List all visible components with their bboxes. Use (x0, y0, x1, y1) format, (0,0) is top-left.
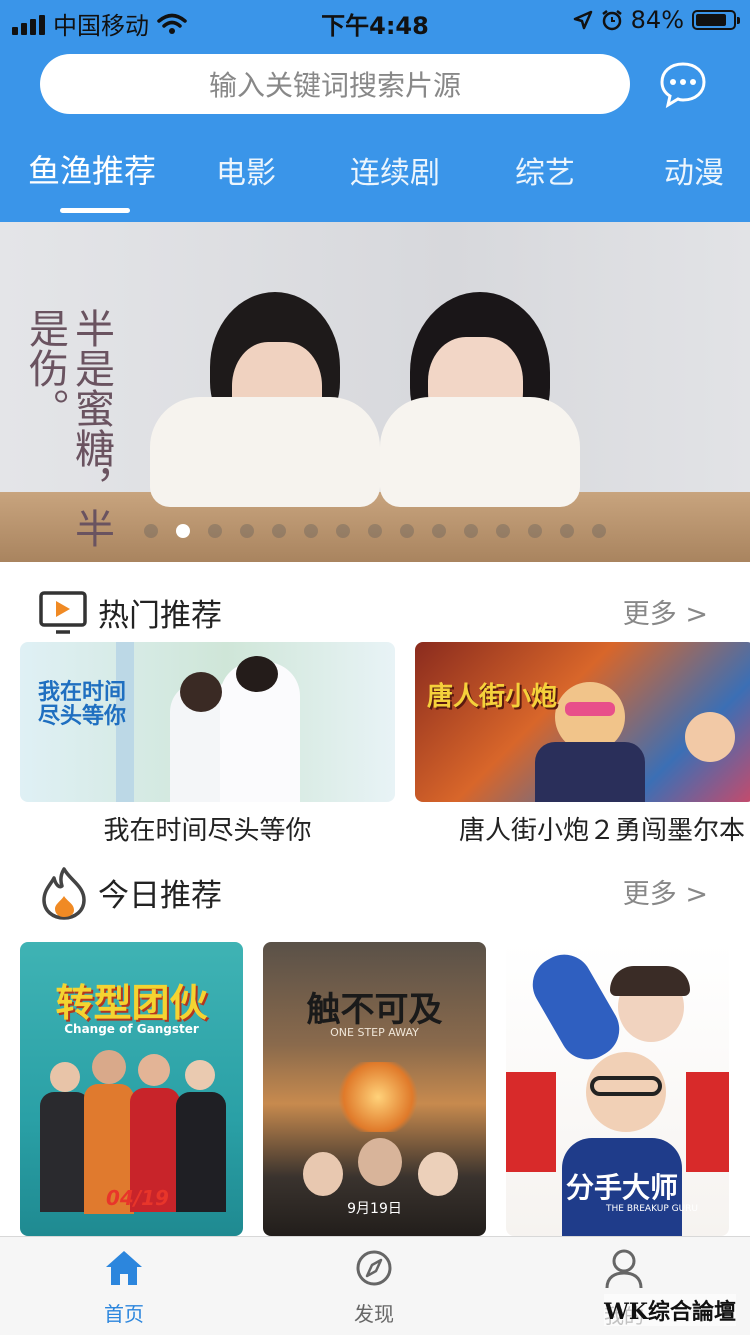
tabbar-discover[interactable]: 发现 (314, 1249, 434, 1327)
status-bar: 中国移动 下午4:48 84% (0, 0, 750, 40)
carousel-dot[interactable] (592, 524, 606, 538)
today-card-1-date: 04/19 (106, 1186, 169, 1210)
tab-variety[interactable]: 综艺 (515, 148, 575, 192)
header: 中国移动 下午4:48 84% 输入关键词搜索片源 鱼渔推荐 电影 连续剧 综艺… (0, 0, 750, 222)
hot-card-2-poster-text: 唐人街小炮 (427, 682, 558, 712)
hot-card-2[interactable]: 唐人街小炮 (415, 642, 750, 802)
search-placeholder: 输入关键词搜索片源 (208, 69, 461, 102)
carousel-dot[interactable] (432, 524, 446, 538)
today-card-3[interactable]: 分手大师 THE BREAKUP GURU (506, 942, 729, 1236)
carousel-dot[interactable] (400, 524, 414, 538)
hot-section-header: 热门推荐 更多 > (0, 582, 750, 642)
today-card-2-date: 9月19日 (347, 1201, 402, 1217)
today-card-2-poster-text: 触不可及 (306, 990, 443, 1030)
today-card-1-poster-sub: Change of Gangster (64, 1022, 199, 1036)
carousel-dot[interactable] (560, 524, 574, 538)
battery-icon (692, 10, 740, 30)
carousel-dot[interactable] (272, 524, 286, 538)
today-section-title: 今日推荐 (98, 878, 222, 914)
watermark: WK综合論壇 (604, 1294, 736, 1326)
carousel-dot[interactable] (528, 524, 542, 538)
tab-anime[interactable]: 动漫 (664, 148, 724, 192)
today-more-link[interactable]: 更多 > (623, 872, 708, 911)
carousel-dot[interactable] (144, 524, 158, 538)
battery-percent: 84% (630, 6, 684, 34)
carousel-dot[interactable] (240, 524, 254, 538)
tv-icon (39, 591, 87, 634)
user-icon (605, 1249, 643, 1289)
carousel-dot[interactable] (304, 524, 318, 538)
tab-movie[interactable]: 电影 (216, 148, 276, 192)
category-tabs: 鱼渔推荐 电影 连续剧 综艺 动漫 (0, 140, 750, 200)
carousel-dot[interactable] (464, 524, 478, 538)
home-icon (106, 1251, 142, 1285)
hot-card-1[interactable]: 我在时间尽头等你 (20, 642, 395, 802)
tabbar-discover-label: 发现 (354, 1302, 394, 1326)
tab-recommend[interactable]: 鱼渔推荐 (28, 146, 156, 192)
carousel-dot[interactable] (176, 524, 190, 538)
carousel-dot[interactable] (336, 524, 350, 538)
location-icon (573, 10, 592, 30)
tabbar-home[interactable]: 首页 (64, 1249, 184, 1327)
hot-card-1-title[interactable]: 我在时间尽头等你 (20, 810, 395, 847)
carousel-dot[interactable] (208, 524, 222, 538)
hot-card-1-poster-text: 我在时间尽头等你 (38, 679, 127, 729)
tab-series[interactable]: 连续剧 (350, 148, 440, 192)
search-input[interactable]: 输入关键词搜索片源 (40, 54, 630, 114)
today-card-1[interactable]: 转型团伙 Change of Gangster 04/19 (20, 942, 243, 1236)
today-card-3-poster-sub: THE BREAKUP GURU (606, 1204, 699, 1214)
carousel-dot[interactable] (496, 524, 510, 538)
hot-card-2-title[interactable]: 唐人街小炮２勇闯墨尔本 (415, 810, 750, 847)
today-card-2-poster-sub: ONE STEP AWAY (330, 1026, 419, 1039)
tabbar-home-label: 首页 (104, 1302, 144, 1326)
alarm-icon (601, 10, 622, 31)
hot-section-title: 热门推荐 (98, 598, 222, 634)
hot-more-link[interactable]: 更多 > (623, 592, 708, 631)
banner-carousel[interactable]: 半是蜜糖，半是伤。 (0, 222, 750, 562)
today-card-1-poster-text: 转型团伙 (55, 980, 208, 1025)
carousel-dot[interactable] (368, 524, 382, 538)
today-card-3-poster-text: 分手大师 (566, 1171, 679, 1204)
message-icon[interactable] (658, 60, 708, 110)
active-tab-indicator (60, 208, 130, 213)
today-section-header: 今日推荐 更多 > (0, 862, 750, 922)
compass-icon (356, 1250, 392, 1286)
today-card-2[interactable]: 触不可及 ONE STEP AWAY 9月19日 (263, 942, 486, 1236)
carousel-indicator (0, 524, 750, 538)
flame-icon (42, 867, 86, 920)
